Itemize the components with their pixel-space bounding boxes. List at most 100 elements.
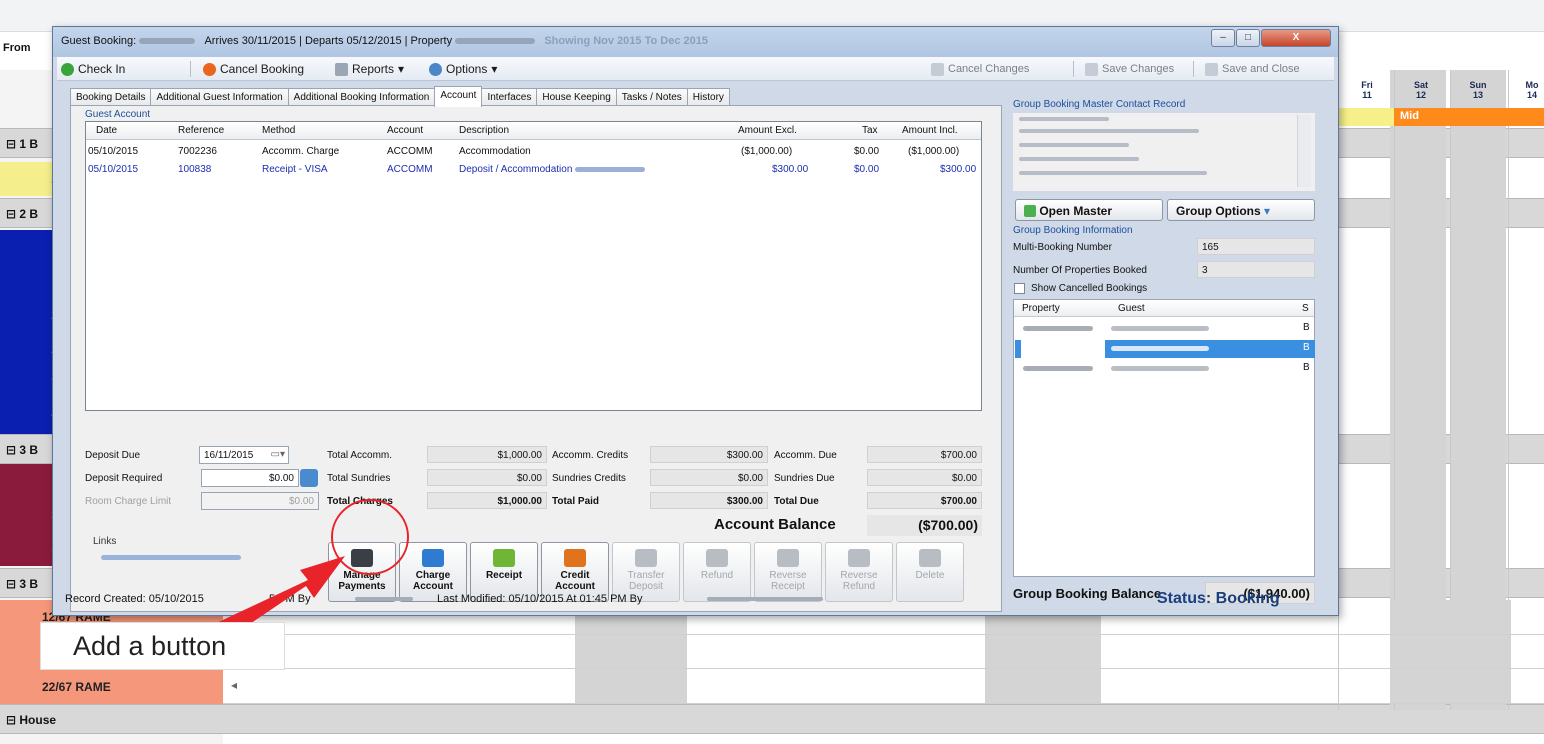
- tab-additional-guest-information[interactable]: Additional Guest Information: [150, 88, 289, 106]
- column-header[interactable]: Reference: [178, 125, 224, 136]
- total-sundries-label: Total Sundries: [327, 473, 391, 484]
- status-cell: B: [1303, 342, 1310, 353]
- cell-method: Receipt - VISA: [262, 164, 328, 175]
- open-master-button[interactable]: Open Master: [1015, 199, 1163, 221]
- column-header[interactable]: Guest: [1118, 303, 1145, 314]
- button-label: Refund: [700, 570, 734, 581]
- column-header[interactable]: S: [1302, 303, 1309, 314]
- refund-icon: [706, 549, 728, 567]
- master-contact-record[interactable]: [1013, 113, 1315, 191]
- button-label: Reverse: [840, 570, 878, 581]
- cell-description: Accommodation: [459, 146, 531, 157]
- total-accomm-label: Total Accomm.: [327, 450, 393, 461]
- save-and-close-button[interactable]: Save and Close: [1205, 61, 1300, 77]
- tab-history[interactable]: History: [686, 88, 730, 106]
- cancel-icon: [203, 62, 216, 76]
- title-bar[interactable]: Guest Booking: Arrives 30/11/2015 | Depa…: [53, 27, 1338, 57]
- tab-booking-details[interactable]: Booking Details: [70, 88, 152, 106]
- tab-account[interactable]: Account: [434, 86, 483, 107]
- day-of-week: Mo: [1525, 80, 1539, 90]
- reverse-receipt-icon: [777, 549, 799, 567]
- deposit-required-label: Deposit Required: [85, 473, 163, 484]
- manage-payments-icon: [351, 549, 373, 567]
- charge-account-icon: [422, 549, 444, 567]
- refresh-icon[interactable]: [300, 469, 318, 487]
- cell-description: Deposit / Accommodation: [459, 164, 646, 175]
- group-label: ⊟ 3 B: [6, 443, 39, 457]
- grid-line: [223, 703, 1544, 704]
- column-header[interactable]: Method: [262, 125, 295, 136]
- multi-booking-label: Multi-Booking Number: [1013, 242, 1112, 253]
- column-header[interactable]: Tax: [862, 125, 878, 136]
- cell-account: ACCOMM: [387, 146, 433, 157]
- save-close-icon: [1205, 62, 1218, 76]
- options-dropdown[interactable]: Options ▾: [429, 61, 497, 77]
- room-row-rame[interactable]: 22/67 RAME: [0, 670, 223, 704]
- tab-additional-booking-information[interactable]: Additional Booking Information: [287, 88, 436, 106]
- credit-account-icon: [564, 549, 586, 567]
- room-charge-limit-input[interactable]: $0.00: [201, 492, 319, 510]
- cell-account: ACCOMM: [387, 164, 433, 175]
- cell-tax: $0.00: [854, 164, 880, 175]
- total-accomm-value: $1,000.00: [427, 446, 547, 463]
- show-cancelled-checkbox[interactable]: [1014, 283, 1025, 294]
- transactions-table[interactable]: Date Reference Method Account Descriptio…: [85, 121, 982, 411]
- total-due-label: Total Due: [774, 496, 819, 507]
- guest-booking-window: Guest Booking: Arrives 30/11/2015 | Depa…: [52, 26, 1339, 616]
- deposit-required-input[interactable]: $0.00: [201, 469, 299, 487]
- cell-reference: 100838: [178, 164, 212, 175]
- season-low: [1338, 108, 1394, 126]
- cell-reference: 7002236: [178, 146, 217, 157]
- check-in-button[interactable]: Check In: [61, 61, 125, 77]
- title-prefix: Guest Booking:: [61, 35, 137, 47]
- tab-house-keeping[interactable]: House Keeping: [536, 88, 617, 106]
- deposit-due-value: 16/11/2015: [204, 450, 254, 461]
- printer-icon: [335, 62, 348, 76]
- group-bookings-list[interactable]: Property Guest S B B B: [1013, 299, 1315, 577]
- calendar-dropdown-icon[interactable]: ▭▾: [271, 449, 285, 460]
- column-header[interactable]: Amount Incl.: [902, 125, 958, 136]
- day-header: Sun 13: [1466, 80, 1490, 100]
- properties-booked-label: Number Of Properties Booked: [1013, 265, 1147, 276]
- day-of-week: Fri: [1361, 80, 1373, 90]
- list-item[interactable]: B: [1015, 320, 1315, 338]
- open-master-label: Open Master: [1039, 204, 1113, 218]
- tab-interfaces[interactable]: Interfaces: [481, 88, 538, 106]
- maximize-button[interactable]: □: [1236, 29, 1260, 47]
- minimize-button[interactable]: –: [1211, 29, 1235, 47]
- day-number: 11: [1362, 90, 1372, 100]
- scroll-left-icon[interactable]: ◂: [231, 678, 237, 692]
- redacted-guest: [1111, 346, 1209, 351]
- chevron-down-icon: ▾: [1264, 204, 1271, 218]
- redacted-guest-name: [139, 38, 196, 45]
- column-header[interactable]: Amount Excl.: [738, 125, 797, 136]
- cancel-booking-button[interactable]: Cancel Booking: [203, 61, 304, 77]
- reports-dropdown[interactable]: Reports ▾: [335, 61, 404, 77]
- column-header[interactable]: Account: [387, 125, 423, 136]
- day-header: Mo 14: [1520, 80, 1544, 100]
- show-cancelled-label: Show Cancelled Bookings: [1031, 283, 1148, 294]
- last-modified-text: Last Modified: 05/10/2015 At 01:45 PM By: [437, 593, 643, 605]
- table-row[interactable]: 05/10/2015 7002236 Accomm. Charge ACCOMM…: [86, 144, 981, 161]
- cell-amount-excl: ($1,000.00): [741, 146, 793, 157]
- table-row[interactable]: 05/10/2015 100838 Receipt - VISA ACCOMM …: [86, 162, 981, 179]
- column-header[interactable]: Description: [459, 125, 509, 136]
- receipt-icon: [493, 549, 515, 567]
- tab-tasks-notes[interactable]: Tasks / Notes: [615, 88, 688, 106]
- deposit-due-datepicker[interactable]: 16/11/2015 ▭▾: [199, 446, 289, 464]
- list-item[interactable]: B: [1015, 360, 1315, 378]
- sundries-credits-label: Sundries Credits: [552, 473, 626, 484]
- cancel-changes-button[interactable]: Cancel Changes: [931, 61, 1029, 77]
- column-header[interactable]: Property: [1022, 303, 1060, 314]
- group-row[interactable]: ⊟ House: [0, 704, 1544, 734]
- close-button[interactable]: X: [1261, 29, 1331, 47]
- redacted-link[interactable]: [101, 555, 241, 560]
- scrollbar[interactable]: [1297, 115, 1311, 187]
- save-changes-button[interactable]: Save Changes: [1085, 61, 1174, 77]
- redacted-text: [1019, 117, 1109, 121]
- room-label: 22/67 RAME: [42, 680, 111, 694]
- group-options-button[interactable]: Group Options ▾: [1167, 199, 1315, 221]
- column-header[interactable]: Date: [96, 125, 117, 136]
- gear-icon: [429, 62, 442, 76]
- list-item-selected[interactable]: B: [1015, 340, 1315, 358]
